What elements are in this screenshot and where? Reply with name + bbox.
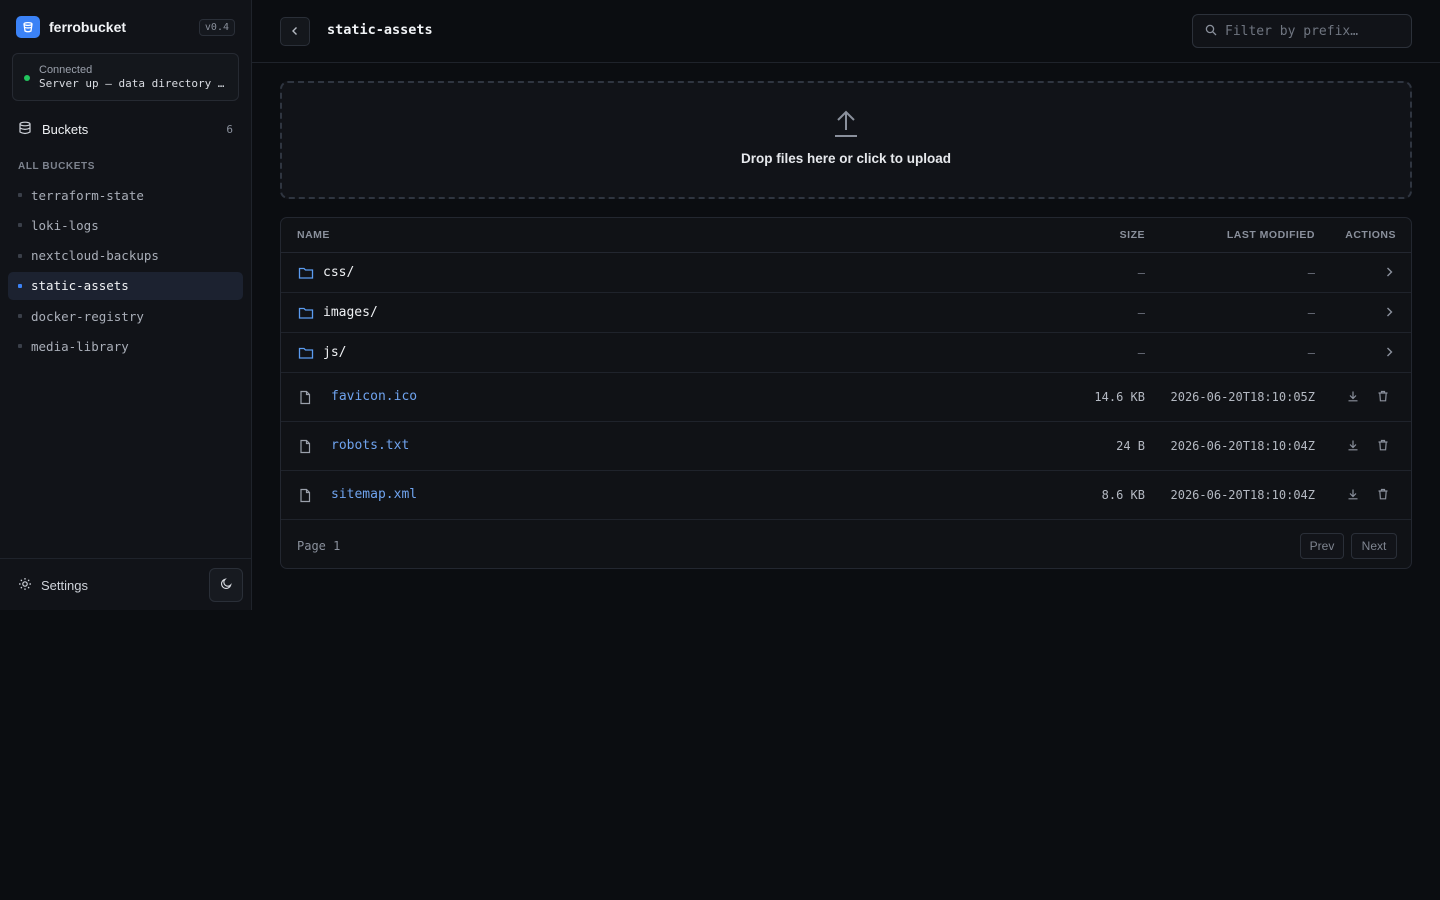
file-size: 24 B (1116, 439, 1145, 453)
sidebar-item-loki-logs[interactable]: loki-logs (8, 211, 243, 239)
back-button[interactable] (280, 17, 310, 46)
folder-icon (298, 346, 314, 363)
upload-icon (833, 110, 859, 141)
search-input[interactable] (1225, 23, 1395, 39)
folder-name[interactable]: css/ (323, 265, 354, 280)
bucket-name: media-library (31, 338, 129, 354)
table-row-folder[interactable]: js/ – – (281, 333, 1411, 373)
folder-size: – (1137, 266, 1145, 280)
search-icon (1205, 24, 1217, 39)
trash-icon[interactable] (1377, 390, 1389, 405)
bucket-dot-icon (18, 344, 22, 349)
next-page-button[interactable]: Next (1351, 533, 1397, 559)
table-header: NAME SIZE LAST MODIFIED ACTIONS (281, 218, 1411, 253)
version-badge: v0.4 (198, 18, 235, 36)
settings-label: Settings (41, 577, 88, 593)
file-modified: 2026-06-20T18:10:05Z (1170, 390, 1316, 404)
bucket-dot-icon (18, 314, 22, 319)
table-row-folder[interactable]: css/ – – (281, 253, 1411, 293)
status-dot (24, 75, 30, 81)
prev-page-button[interactable]: Prev (1300, 533, 1344, 559)
sidebar-item-media-library[interactable]: media-library (8, 332, 243, 360)
table-row-file: favicon.ico 14.6 KB 2026-06-20T18:10:05Z (281, 373, 1411, 422)
bucket-name: nextcloud-backups (31, 248, 159, 264)
bucket-logo-icon (16, 16, 40, 38)
settings-button[interactable]: Settings (12, 573, 94, 597)
brand[interactable]: ferrobucket v0.4 (16, 16, 235, 38)
sidebar-item-terraform-state[interactable]: terraform-state (8, 181, 243, 209)
sidebar-item-docker-registry[interactable]: docker-registry (8, 302, 243, 330)
folder-size: – (1137, 346, 1145, 360)
trash-icon[interactable] (1377, 439, 1389, 454)
brand-name: ferrobucket (49, 19, 127, 35)
bucket-list: terraform-state loki-logs nextcloud-back… (8, 181, 243, 363)
file-size: 8.6 KB (1101, 488, 1145, 502)
file-size: 14.6 KB (1094, 390, 1145, 404)
database-icon (18, 121, 32, 138)
folder-icon (298, 306, 314, 323)
bucket-name: docker-registry (31, 308, 144, 324)
chevron-right-icon[interactable] (1384, 346, 1394, 361)
upload-dropzone[interactable]: Drop files here or click to upload (280, 81, 1412, 199)
sidebar-item-static-assets[interactable]: static-assets (8, 271, 243, 300)
folder-size: – (1137, 306, 1145, 320)
bucket-name: static-assets (31, 278, 129, 294)
folder-name[interactable]: images/ (323, 305, 378, 320)
connection-status-title: Connected (39, 64, 93, 76)
page-title: static-assets (327, 22, 433, 38)
bucket-name: loki-logs (31, 217, 99, 233)
file-name-link[interactable]: favicon.ico (331, 389, 417, 404)
nav-buckets-label: Buckets (42, 121, 89, 137)
sidebar: ferrobucket v0.4 Connected Server up — d… (0, 0, 252, 610)
gear-icon (18, 577, 32, 594)
prefix-filter[interactable] (1192, 14, 1412, 48)
file-icon (298, 439, 312, 457)
column-actions: ACTIONS (1345, 229, 1396, 241)
download-icon[interactable] (1347, 439, 1359, 454)
chevron-left-icon (290, 24, 300, 39)
upload-prompt: Drop files here or click to upload (740, 151, 952, 166)
column-size[interactable]: SIZE (1120, 229, 1145, 241)
theme-toggle-button[interactable] (209, 568, 243, 602)
bucket-dot-icon (18, 283, 22, 288)
column-name[interactable]: NAME (297, 229, 330, 241)
object-table: NAME SIZE LAST MODIFIED ACTIONS css/ – –… (280, 217, 1412, 569)
trash-icon[interactable] (1377, 488, 1389, 503)
connection-status-detail: Server up — data directory … (39, 77, 225, 90)
chevron-right-icon[interactable] (1384, 306, 1394, 321)
folder-name[interactable]: js/ (323, 345, 346, 360)
file-modified: 2026-06-20T18:10:04Z (1170, 439, 1316, 453)
nav-buckets[interactable]: Buckets 6 (8, 116, 243, 142)
download-icon[interactable] (1347, 390, 1359, 405)
chevron-right-icon[interactable] (1384, 266, 1394, 281)
folder-modified: – (1307, 346, 1315, 360)
column-last-modified[interactable]: LAST MODIFIED (1227, 229, 1315, 241)
file-icon (298, 390, 312, 408)
pagination: Page 1 Prev Next (281, 520, 1411, 568)
bucket-count: 6 (226, 122, 233, 136)
connection-status-card: Connected Server up — data directory … (12, 53, 239, 101)
bucket-dot-icon (18, 193, 22, 197)
folder-icon (298, 266, 314, 283)
folder-modified: – (1307, 266, 1315, 280)
table-row-file: robots.txt 24 B 2026-06-20T18:10:04Z (281, 422, 1411, 471)
folder-modified: – (1307, 306, 1315, 320)
all-buckets-heading: ALL BUCKETS (18, 161, 95, 172)
file-name-link[interactable]: sitemap.xml (331, 487, 417, 502)
file-modified: 2026-06-20T18:10:04Z (1170, 488, 1316, 502)
bucket-dot-icon (18, 253, 22, 258)
bucket-name: terraform-state (31, 187, 144, 203)
table-row-folder[interactable]: images/ – – (281, 293, 1411, 333)
bucket-dot-icon (18, 223, 22, 228)
moon-icon (220, 577, 233, 593)
file-icon (298, 488, 312, 506)
topbar: static-assets (252, 0, 1440, 63)
file-name-link[interactable]: robots.txt (331, 438, 409, 453)
sidebar-item-nextcloud-backups[interactable]: nextcloud-backups (8, 242, 243, 270)
table-row-file: sitemap.xml 8.6 KB 2026-06-20T18:10:04Z (281, 471, 1411, 520)
page-indicator: Page 1 (297, 539, 341, 553)
sidebar-footer: Settings (0, 558, 251, 610)
download-icon[interactable] (1347, 488, 1359, 503)
